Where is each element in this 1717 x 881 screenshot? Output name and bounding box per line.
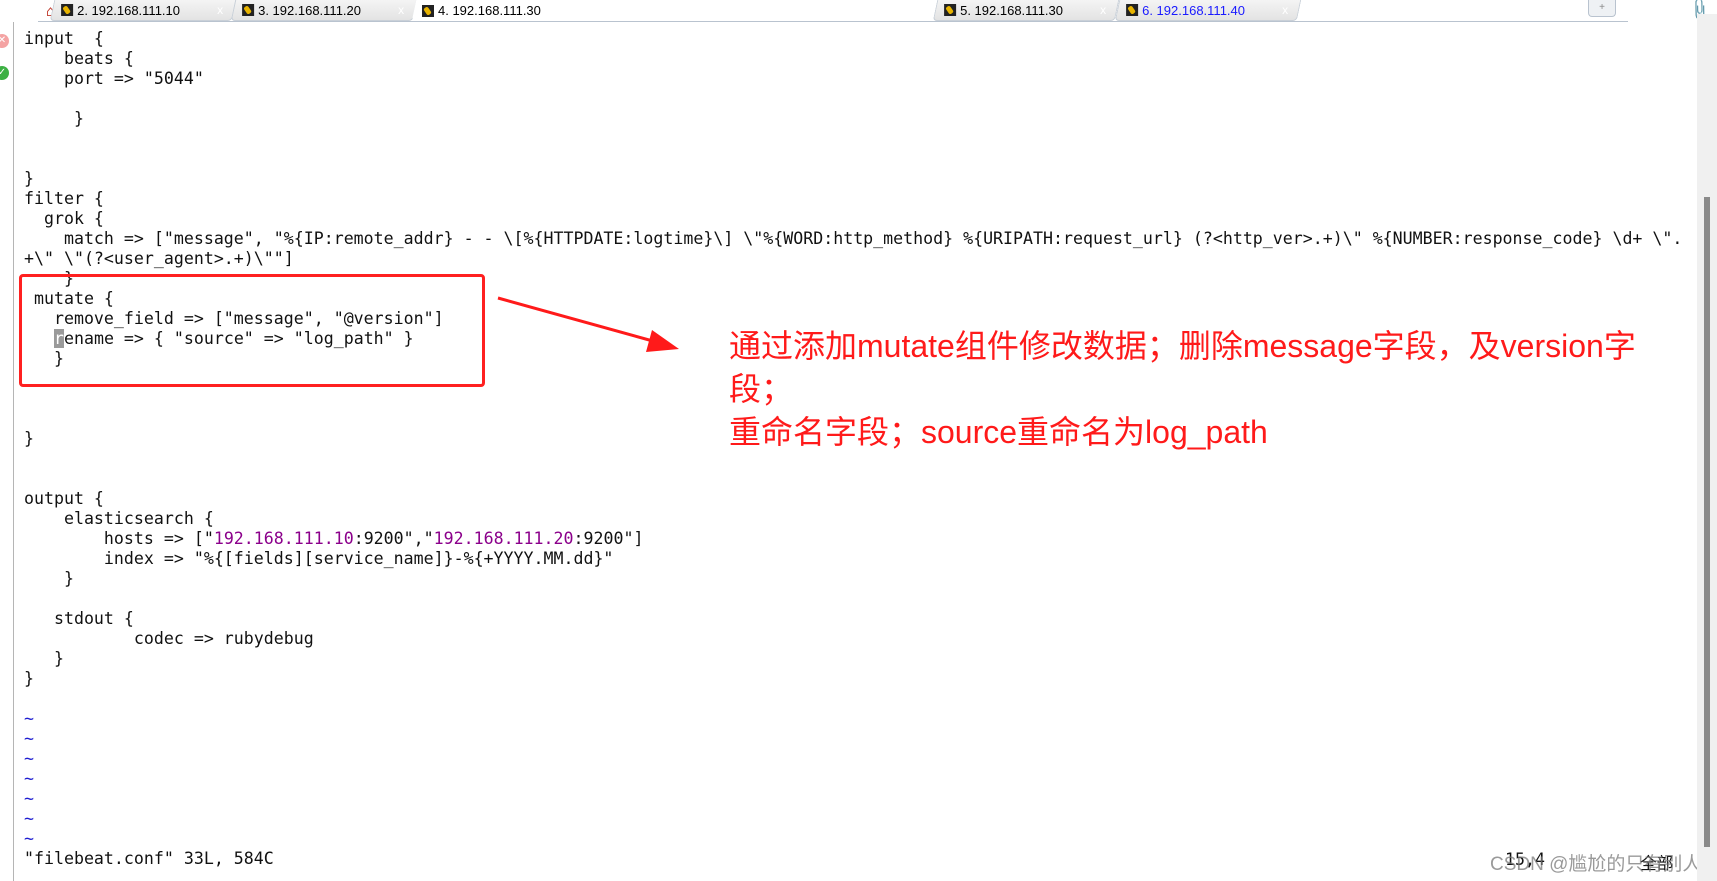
vertical-scrollbar[interactable] — [1697, 14, 1717, 881]
annotation-line: 通过添加mutate组件修改数据；删除message字段，及version字段； — [729, 328, 1636, 407]
annotation-line: 重命名字段；source重命名为log_path — [729, 414, 1268, 450]
annotation-text: 通过添加mutate组件修改数据；删除message字段，及version字段；… — [729, 325, 1691, 454]
scrollbar-thumb[interactable] — [1704, 197, 1710, 847]
arrow-head — [646, 330, 679, 352]
arrow-shaft — [497, 296, 661, 345]
